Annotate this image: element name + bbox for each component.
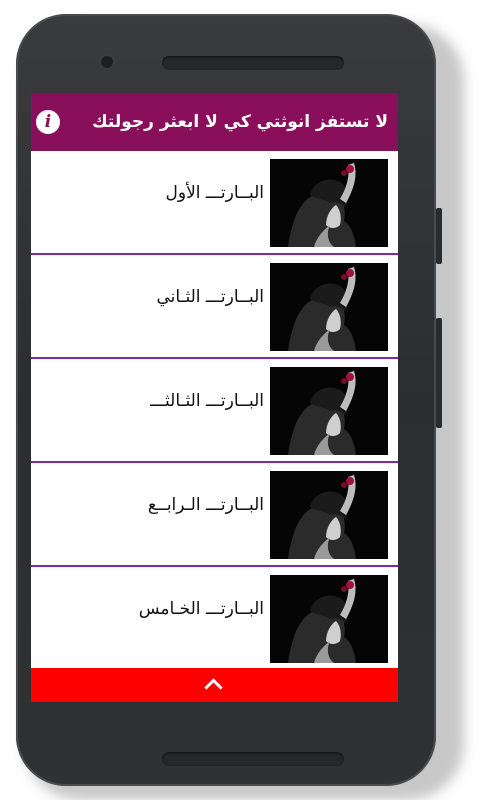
app-bar: i لا تستفز انوثتي كي لا ابعثر رجولتك — [31, 93, 398, 151]
list-item[interactable]: البــارتـــ الخـامس — [31, 567, 398, 671]
woman-portrait-thumbnail — [270, 263, 388, 351]
list-item[interactable]: البــارتـــ الـرابــع — [31, 463, 398, 567]
list-item-label: البــارتـــ الخـامس — [138, 599, 264, 619]
chevron-up-icon[interactable] — [204, 678, 223, 697]
list-item[interactable]: البــارتـــ الأول — [31, 151, 398, 255]
chapter-list: البــارتـــ الأول البــارتـــ الثـاني ال… — [31, 151, 398, 671]
bottom-speaker-grille — [162, 752, 344, 766]
scroll-to-top-bar[interactable] — [31, 668, 398, 702]
list-item-label: البــارتـــ الثـاني — [156, 287, 264, 307]
list-item-label: البــارتـــ الأول — [165, 183, 264, 203]
woman-portrait-thumbnail — [270, 471, 388, 559]
list-item-label: البــارتـــ الثـالثـــ — [150, 391, 264, 411]
top-speaker-grille — [162, 56, 344, 70]
portrait-image — [270, 471, 388, 559]
volume-button — [436, 208, 442, 264]
portrait-image — [270, 159, 388, 247]
device-frame-stage: i لا تستفز انوثتي كي لا ابعثر رجولتك الب… — [0, 0, 480, 800]
info-icon[interactable]: i — [36, 110, 60, 134]
list-item-label: البــارتـــ الـرابــع — [147, 495, 264, 515]
list-item[interactable]: البــارتـــ الثـاني — [31, 255, 398, 359]
power-button — [436, 318, 442, 428]
list-item[interactable]: البــارتـــ الثـالثـــ — [31, 359, 398, 463]
portrait-image — [270, 263, 388, 351]
portrait-image — [270, 367, 388, 455]
app-screen: i لا تستفز انوثتي كي لا ابعثر رجولتك الب… — [31, 93, 398, 702]
woman-portrait-thumbnail — [270, 367, 388, 455]
portrait-image — [270, 575, 388, 663]
woman-portrait-thumbnail — [270, 575, 388, 663]
woman-portrait-thumbnail — [270, 159, 388, 247]
app-title: لا تستفز انوثتي كي لا ابعثر رجولتك — [92, 112, 388, 132]
camera-icon — [101, 56, 113, 68]
